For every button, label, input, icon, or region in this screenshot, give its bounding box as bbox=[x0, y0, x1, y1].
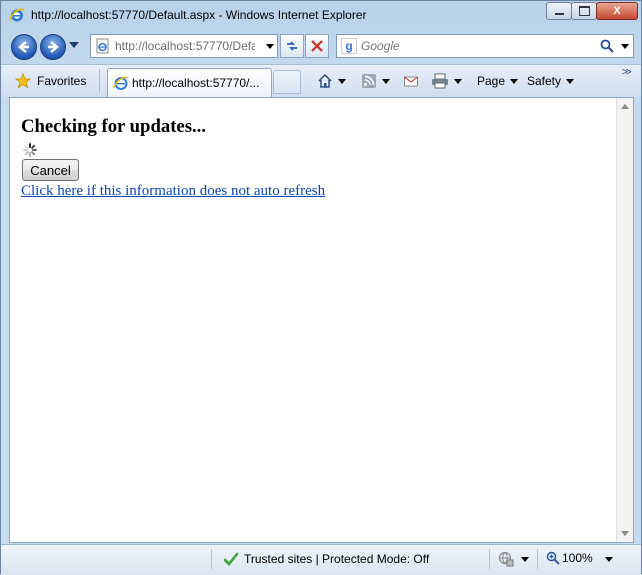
address-input[interactable] bbox=[115, 35, 255, 57]
chevron-down-icon[interactable] bbox=[605, 557, 613, 562]
chevron-down-icon bbox=[510, 78, 519, 84]
printer-icon bbox=[432, 73, 448, 89]
chevron-down-icon[interactable] bbox=[454, 78, 462, 84]
forward-button[interactable] bbox=[40, 34, 66, 60]
internet-explorer-icon bbox=[9, 8, 25, 22]
scroll-up-arrow-icon[interactable] bbox=[621, 104, 629, 109]
forward-arrow-icon bbox=[48, 41, 59, 53]
favorites-button[interactable]: Favorites bbox=[15, 71, 86, 91]
stop-button[interactable] bbox=[305, 34, 329, 58]
refresh-icon bbox=[287, 41, 297, 51]
toolbar-overflow-chevron-icon[interactable]: >> bbox=[622, 67, 632, 78]
cancel-button[interactable]: Cancel bbox=[22, 159, 79, 181]
chevron-down-icon bbox=[566, 78, 575, 84]
title-bar: http://localhost:57770/Default.aspx - Wi… bbox=[1, 1, 641, 29]
home-button[interactable] bbox=[317, 71, 346, 91]
window-title: http://localhost:57770/Default.aspx - Wi… bbox=[31, 8, 367, 22]
minimize-icon bbox=[554, 13, 564, 15]
privacy-globe-icon[interactable] bbox=[498, 551, 514, 567]
safety-menu-label: Safety bbox=[527, 74, 562, 88]
safety-menu-button[interactable]: Safety bbox=[527, 71, 575, 91]
new-tab-button[interactable] bbox=[273, 70, 301, 94]
status-bar: Trusted sites | Protected Mode: Off 100% bbox=[1, 544, 641, 575]
back-button[interactable] bbox=[11, 34, 37, 60]
favorites-label: Favorites bbox=[37, 74, 87, 88]
tab-bar: Favorites http://localhost:57770/... Pag… bbox=[1, 64, 641, 97]
chevron-down-icon[interactable] bbox=[521, 557, 529, 562]
magnifier-zoom-icon bbox=[546, 551, 560, 565]
page-content: Checking for updates... Cancel Click her… bbox=[9, 97, 634, 543]
search-icon[interactable] bbox=[599, 38, 615, 54]
close-icon: X bbox=[613, 5, 621, 17]
feeds-button[interactable] bbox=[361, 71, 390, 91]
browser-window: http://localhost:57770/Default.aspx - Wi… bbox=[0, 0, 642, 575]
navigation-bar: g bbox=[1, 31, 641, 63]
security-zone-indicator[interactable]: Trusted sites | Protected Mode: Off bbox=[223, 549, 429, 569]
chevron-down-icon[interactable] bbox=[382, 78, 390, 84]
maximize-icon bbox=[578, 6, 590, 16]
search-box[interactable]: g bbox=[336, 34, 634, 58]
page-icon bbox=[96, 38, 109, 54]
close-window-button[interactable]: X bbox=[596, 2, 638, 20]
checkmark-icon bbox=[223, 552, 239, 566]
minimize-button[interactable] bbox=[546, 2, 572, 20]
zoom-level-text: 100% bbox=[562, 551, 593, 565]
scroll-down-arrow-icon[interactable] bbox=[621, 531, 629, 536]
zoom-level-button[interactable]: 100% bbox=[546, 551, 593, 565]
refresh-button[interactable] bbox=[280, 34, 304, 58]
security-zone-text: Trusted sites | Protected Mode: Off bbox=[244, 552, 430, 566]
status-divider bbox=[537, 549, 538, 569]
page-menu-button[interactable]: Page bbox=[477, 71, 519, 91]
search-options-dropdown[interactable] bbox=[621, 44, 629, 49]
vertical-scrollbar[interactable] bbox=[616, 98, 633, 542]
loading-spinner-icon bbox=[23, 143, 37, 157]
manual-refresh-link[interactable]: Click here if this information does not … bbox=[21, 183, 325, 200]
back-arrow-icon bbox=[18, 41, 29, 53]
favorites-star-icon bbox=[15, 73, 31, 89]
print-button[interactable] bbox=[431, 71, 462, 91]
tab-divider bbox=[99, 69, 100, 93]
address-bar[interactable] bbox=[90, 34, 278, 58]
page-icon bbox=[113, 76, 129, 90]
tab-label: http://localhost:57770/... bbox=[132, 76, 260, 90]
chevron-down-icon[interactable] bbox=[338, 78, 346, 84]
google-logo-icon: g bbox=[341, 38, 357, 54]
home-icon bbox=[318, 73, 332, 88]
tab-active[interactable]: http://localhost:57770/... bbox=[107, 68, 272, 97]
status-divider bbox=[211, 549, 212, 569]
rss-feed-icon bbox=[362, 74, 376, 88]
search-input[interactable] bbox=[361, 35, 591, 57]
address-dropdown-arrow[interactable] bbox=[266, 44, 274, 49]
recent-pages-dropdown[interactable] bbox=[69, 42, 79, 48]
page-menu-label: Page bbox=[477, 74, 506, 88]
status-divider bbox=[489, 549, 490, 569]
mail-icon bbox=[404, 76, 418, 87]
page-heading: Checking for updates... bbox=[21, 116, 206, 137]
stop-x-icon bbox=[311, 40, 323, 52]
read-mail-button[interactable] bbox=[403, 71, 419, 91]
maximize-button[interactable] bbox=[571, 2, 597, 20]
